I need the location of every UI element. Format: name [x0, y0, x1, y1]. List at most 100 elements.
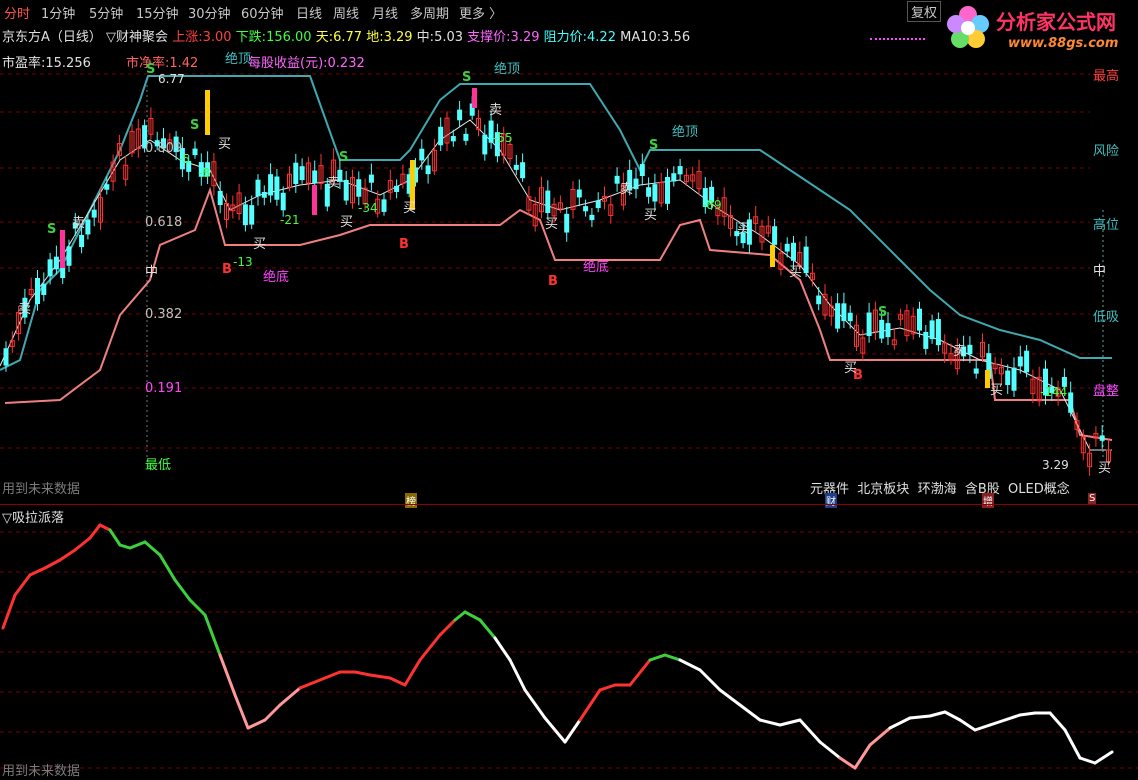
oscillator-segment [598, 683, 617, 692]
down-label: 下跌: [235, 30, 267, 45]
buy-marker: 买 [340, 215, 354, 230]
oscillator-segment [523, 688, 547, 720]
buy-marker: 买 [644, 208, 658, 223]
sell-signal-s: S [190, 118, 200, 133]
resist-value: 4.22 [587, 30, 616, 45]
tab-15min[interactable]: 15分钟 [136, 3, 179, 22]
top-signal: 绝顶 [494, 62, 521, 77]
candle-body [835, 303, 841, 329]
oscillator-segment [698, 668, 722, 692]
oscillator-segment [58, 548, 77, 562]
support-label: 支撑价: [467, 30, 511, 45]
oscillator-segment [143, 540, 162, 557]
concept-tag[interactable]: 北京板块 [857, 482, 909, 497]
sell-signal-s: S [878, 305, 888, 320]
tab-multi-period[interactable]: 多周期 [410, 3, 449, 22]
candle-body [394, 185, 400, 192]
oscillator-segment [246, 718, 267, 730]
concept-tag[interactable]: 环渤海 [918, 482, 957, 497]
oscillator-chart[interactable] [0, 520, 1138, 780]
tab-daily[interactable]: 日线 [296, 3, 322, 22]
oscillator-segment [188, 598, 207, 617]
candle-body [923, 331, 929, 349]
tab-30min[interactable]: 30分钟 [188, 3, 231, 22]
oscillator-segment [818, 740, 842, 760]
candle-body [249, 205, 255, 225]
eps: 每股收益(元):0.232 [248, 56, 365, 71]
tab-more[interactable]: 更多 〉 [459, 3, 502, 22]
count-number: -5 [178, 152, 190, 166]
price-top-label: 6.77 [158, 72, 185, 86]
oscillator-segment [563, 718, 582, 744]
ma10-value: 3.56 [661, 30, 691, 45]
site-logo: 分析家公式网 www.88gs.com [940, 0, 1138, 70]
candle-body [545, 190, 551, 213]
oscillator-segment [218, 653, 237, 697]
candle-body [639, 164, 645, 176]
sell-marker: 卖 [72, 216, 86, 231]
indicator-name[interactable]: ▽财神聚会 [106, 30, 168, 45]
candle-body [299, 166, 305, 181]
future-data-note: 用到未来数据 [2, 482, 81, 497]
candle-body [1017, 356, 1023, 367]
sell-marker: 卖 [327, 176, 341, 191]
candle-body [576, 189, 582, 198]
top-signal: 绝顶 [672, 125, 699, 140]
level-mid-left: 中 [145, 265, 159, 280]
oscillator-segment [438, 618, 457, 637]
tab-weekly[interactable]: 周线 [333, 3, 359, 22]
tab-1min[interactable]: 1分钟 [41, 3, 75, 22]
oscillator-segment [973, 723, 992, 732]
oscillator-segment [203, 613, 222, 657]
count-number: -13 [233, 255, 253, 269]
oscillator-segment [368, 673, 392, 680]
candle-body [312, 170, 318, 184]
concept-tag[interactable]: OLED概念 [1008, 482, 1070, 497]
quote-info-line: 京东方A（日线） ▽财神聚会 上涨:3.00 下跌:156.00 天:6.77 … [2, 26, 690, 45]
fib-0191: 0.191 [145, 381, 183, 396]
oscillator-segment [628, 658, 652, 687]
candle-body [614, 175, 620, 184]
buy-marker: 买 [789, 265, 803, 280]
oscillator-segment [888, 716, 912, 730]
oscillator-segment [118, 543, 132, 550]
oscillator-segment [868, 726, 892, 747]
resist-label: 阻力价: [543, 30, 588, 45]
count-number: -34 [358, 201, 378, 215]
badge-zeng[interactable]: 增 [982, 493, 994, 508]
candle-body [791, 242, 796, 261]
badge-cai[interactable]: 财 [825, 493, 837, 508]
level-high: 最高 [1093, 69, 1120, 84]
candle-body [242, 204, 248, 226]
tab-60min[interactable]: 60分钟 [241, 3, 284, 22]
badge-s[interactable]: S [1088, 493, 1097, 504]
buy-marker: 买 [990, 383, 1004, 398]
candle-body [438, 126, 444, 146]
restore-button[interactable]: 复权 [907, 1, 942, 22]
candle-body [47, 259, 53, 277]
candle-body [343, 179, 349, 201]
candlestick-chart[interactable] [0, 70, 1138, 490]
tab-intraday[interactable]: 分时 [4, 3, 30, 22]
candle-body [1099, 435, 1105, 441]
oscillator-segment [1, 593, 17, 630]
candle-body [1011, 367, 1017, 391]
candle-body [368, 174, 374, 183]
sell-marker: 卖 [620, 182, 634, 197]
buy-marker: 买 [218, 137, 232, 152]
candle-body [53, 256, 59, 270]
fib-0809: 0.809 [145, 141, 183, 156]
oscillator-segment [738, 703, 762, 722]
candle-body [1068, 392, 1074, 413]
candle-body [104, 184, 110, 190]
mid-value: 5.03 [434, 30, 464, 45]
candle-body [91, 209, 97, 218]
sell-signal-s: S [649, 138, 659, 153]
oscillator-segment [1018, 711, 1037, 717]
badge-bang[interactable]: 榜 [405, 493, 417, 508]
tab-5min[interactable]: 5分钟 [89, 3, 123, 22]
candle-body [885, 323, 891, 338]
oscillator-segment [908, 714, 932, 720]
tab-monthly[interactable]: 月线 [372, 3, 398, 22]
oscillator-segment [663, 653, 682, 662]
